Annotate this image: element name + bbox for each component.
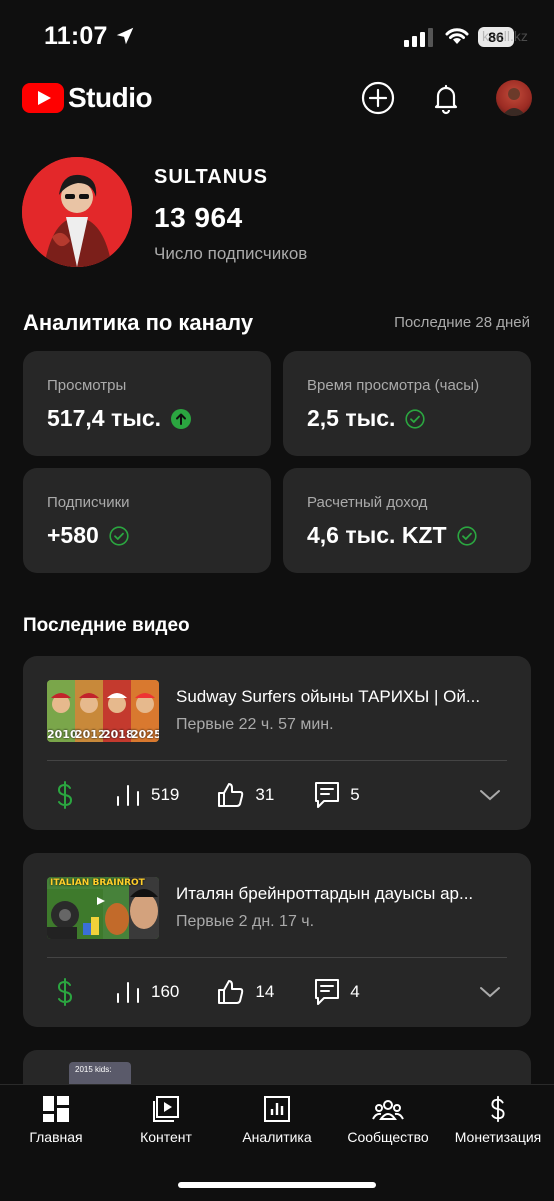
comments-count: 5	[350, 785, 360, 804]
stat-label: Подписчики	[47, 494, 130, 511]
logo-text: Studio	[68, 82, 153, 113]
dollar-icon	[57, 781, 73, 809]
studio-logo[interactable]: Studio	[22, 82, 153, 114]
video-title: Sudway Surfers ойыны ТАРИХЫ | Ой...	[176, 687, 481, 706]
comments-metric: 4	[314, 978, 360, 1006]
create-button[interactable]	[360, 80, 396, 116]
likes-metric: 14	[217, 979, 274, 1005]
recent-videos-title: Последние видео	[23, 615, 190, 636]
status-time: 11:07	[44, 22, 108, 50]
comments-count: 4	[350, 982, 360, 1001]
video-thumbnail: ITALIAN BRAINROT	[47, 877, 159, 939]
check-icon	[109, 525, 129, 546]
community-icon	[372, 1100, 404, 1120]
analytics-icon	[264, 1096, 290, 1122]
views-metric: 519	[115, 783, 179, 807]
check-icon	[405, 408, 426, 429]
video-subtitle: Первые 22 ч. 57 мин.	[176, 716, 334, 733]
subscriber-count: 13 964	[154, 202, 243, 233]
comments-metric: 5	[314, 781, 360, 809]
thumb-year: 2025	[131, 728, 159, 741]
chevron-down-icon[interactable]	[479, 985, 501, 999]
nav-label: Главная	[29, 1129, 83, 1145]
analytics-period: Последние 28 дней	[394, 314, 530, 331]
video-card[interactable]: 2010 2012 2018 2025 Sudway Surfers ойыны…	[23, 656, 531, 830]
comment-icon	[315, 979, 340, 1005]
views-metric: 160	[115, 980, 179, 1004]
nav-label: Аналитика	[242, 1129, 312, 1145]
divider	[47, 760, 507, 761]
thumb-year: 2010	[47, 728, 78, 741]
cellular-signal-icon	[404, 28, 433, 47]
nav-item-community[interactable]: Сообщество	[338, 1095, 438, 1145]
notifications-button[interactable]	[428, 80, 464, 116]
video-subtitle: Первые 2 дн. 17 ч.	[176, 913, 315, 930]
bar-chart-icon	[117, 982, 139, 1003]
stat-label: Время просмотра (часы)	[307, 377, 480, 394]
stat-card-views[interactable]: Просмотры 517,4 тыс.	[23, 351, 271, 456]
bell-icon	[434, 84, 458, 115]
thumb-year: 2012	[75, 728, 106, 741]
channel-avatar	[22, 157, 132, 267]
likes-metric: 31	[217, 782, 274, 808]
dollar-icon	[57, 978, 73, 1006]
bar-chart-icon	[117, 785, 139, 806]
nav-item-content[interactable]: Контент	[126, 1095, 206, 1145]
likes-count: 14	[255, 982, 275, 1001]
nav-label: Контент	[140, 1129, 192, 1145]
video-title: Италян брейнроттардын дауысы ар...	[176, 884, 474, 903]
stat-card-subscribers[interactable]: Подписчики +580	[23, 468, 271, 573]
content-icon	[153, 1096, 179, 1122]
nav-item-analytics[interactable]: Аналитика	[232, 1095, 322, 1145]
nav-label: Сообщество	[347, 1129, 429, 1145]
thumb-text: ITALIAN BRAINROT	[50, 878, 145, 888]
thumb-text: 2015 kids:	[75, 1065, 112, 1074]
nav-label: Монетизация	[454, 1129, 542, 1145]
stat-card-watch-time[interactable]: Время просмотра (часы) 2,5 тыс.	[283, 351, 531, 456]
account-avatar[interactable]	[496, 80, 532, 116]
dollar-icon	[491, 1095, 505, 1123]
stat-value: +580	[47, 522, 99, 548]
stat-label: Просмотры	[47, 377, 127, 394]
views-count: 519	[151, 785, 180, 804]
arrow-up-icon	[171, 408, 192, 429]
stat-value: 4,6 тыс. KZT	[307, 522, 447, 548]
stat-label: Расчетный доход	[307, 494, 428, 511]
dashboard-icon	[43, 1096, 69, 1122]
stat-value: 2,5 тыс.	[307, 405, 396, 431]
stat-value: 517,4 тыс.	[47, 405, 162, 431]
check-icon	[456, 525, 477, 546]
thumb-year: 2018	[103, 728, 134, 741]
analytics-title: Аналитика по каналу	[23, 310, 254, 335]
location-arrow-icon	[114, 25, 136, 52]
nav-item-monetization[interactable]: Монетизация	[446, 1095, 550, 1145]
home-indicator	[178, 1182, 376, 1188]
youtube-play-icon	[22, 83, 64, 113]
thumbs-up-icon	[218, 783, 244, 807]
stat-card-revenue[interactable]: Расчетный доход 4,6 тыс. KZT	[283, 468, 531, 573]
divider	[47, 957, 507, 958]
plus-circle-icon	[361, 81, 395, 115]
chevron-down-icon[interactable]	[479, 788, 501, 802]
channel-name: SULTANUS	[154, 166, 268, 188]
likes-count: 31	[255, 785, 275, 804]
video-thumbnail: 2010 2012 2018 2025	[47, 680, 159, 742]
video-card[interactable]: ITALIAN BRAINROT Италян брейнроттардын д…	[23, 853, 531, 1027]
carrier-label: kcell.kz	[482, 28, 528, 44]
subscriber-count-label: Число подписчиков	[154, 244, 308, 263]
thumbs-up-icon	[218, 980, 244, 1004]
views-count: 160	[151, 982, 180, 1001]
nav-item-home[interactable]: Главная	[16, 1095, 96, 1145]
wifi-icon	[444, 26, 470, 51]
comment-icon	[315, 782, 340, 808]
